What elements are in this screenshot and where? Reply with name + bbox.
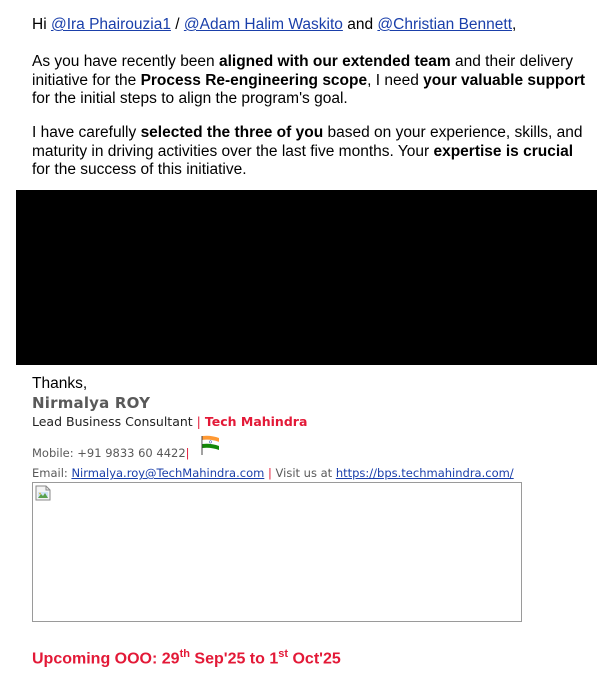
signature-name: Nirmalya ROY	[32, 394, 151, 412]
signature-image-placeholder	[32, 482, 522, 622]
para1-text3: , I need	[367, 71, 424, 89]
email-separator: |	[267, 466, 272, 480]
greeting-comma: ,	[512, 16, 517, 33]
para1-text4: for the initial steps to align the progr…	[32, 90, 348, 107]
para1-text1: As you have recently been	[32, 53, 219, 70]
india-flag-icon	[201, 435, 220, 455]
paragraph-alignment: As you have recently been aligned with o…	[32, 53, 592, 109]
signature-email-line: Email: Nirmalya.roy@TechMahindra.com | V…	[32, 466, 514, 480]
upcoming-ooo-notice: Upcoming OOO: 29th Sep'25 to 1st Oct'25	[32, 648, 341, 668]
mention-ira[interactable]: @Ira Phairouzia1	[51, 16, 171, 33]
website-link[interactable]: https://bps.techmahindra.com/	[336, 466, 514, 480]
greeting-hi: Hi	[32, 16, 47, 33]
greeting-line: Hi @Ira Phairouzia1 / @Adam Halim Waskit…	[32, 16, 592, 35]
mobile-number: +91 9833 60 4422	[77, 446, 186, 460]
para1-bold3: your valuable support	[423, 71, 586, 89]
para2-bold2: expertise is crucial	[433, 142, 574, 160]
ooo-mid: Sep'25 to 1	[189, 650, 279, 668]
mobile-separator: |	[185, 446, 190, 460]
visit-label: Visit us at	[275, 466, 333, 480]
ooo-prefix: Upcoming OOO: 29	[32, 650, 180, 668]
mobile-label: Mobile:	[32, 446, 74, 460]
mention-adam[interactable]: @Adam Halim Waskito	[184, 16, 343, 33]
ooo-sup2: st	[278, 648, 289, 660]
email-label: Email:	[32, 466, 68, 480]
signature-mobile-line: Mobile: +91 9833 60 4422|	[32, 446, 190, 460]
para2-bold1: selected the three of you	[140, 124, 324, 141]
signature-role: Lead Business Consultant	[32, 414, 193, 429]
redacted-block	[16, 190, 597, 365]
signature-role-line: Lead Business Consultant | Tech Mahindra	[32, 414, 307, 429]
signature-thanks: Thanks,	[32, 375, 88, 392]
para2-text1: I have carefully	[32, 124, 141, 141]
para2-text3: for the success of this initiative.	[32, 161, 247, 178]
broken-image-icon	[35, 485, 51, 501]
mention-christian[interactable]: @Christian Bennett	[377, 16, 512, 33]
para1-bold2: Process Re-engineering scope	[140, 71, 368, 89]
greeting-slash: /	[175, 16, 180, 33]
ooo-suffix: Oct'25	[288, 650, 341, 668]
paragraph-selection: I have carefully selected the three of y…	[32, 124, 592, 180]
email-link[interactable]: Nirmalya.roy@TechMahindra.com	[71, 466, 264, 480]
signature-company: Tech Mahindra	[204, 414, 308, 429]
para1-bold1: aligned with our extended team	[218, 53, 451, 70]
ooo-sup1: th	[179, 648, 190, 660]
greeting-and: and	[347, 16, 374, 33]
role-separator: |	[196, 414, 201, 429]
